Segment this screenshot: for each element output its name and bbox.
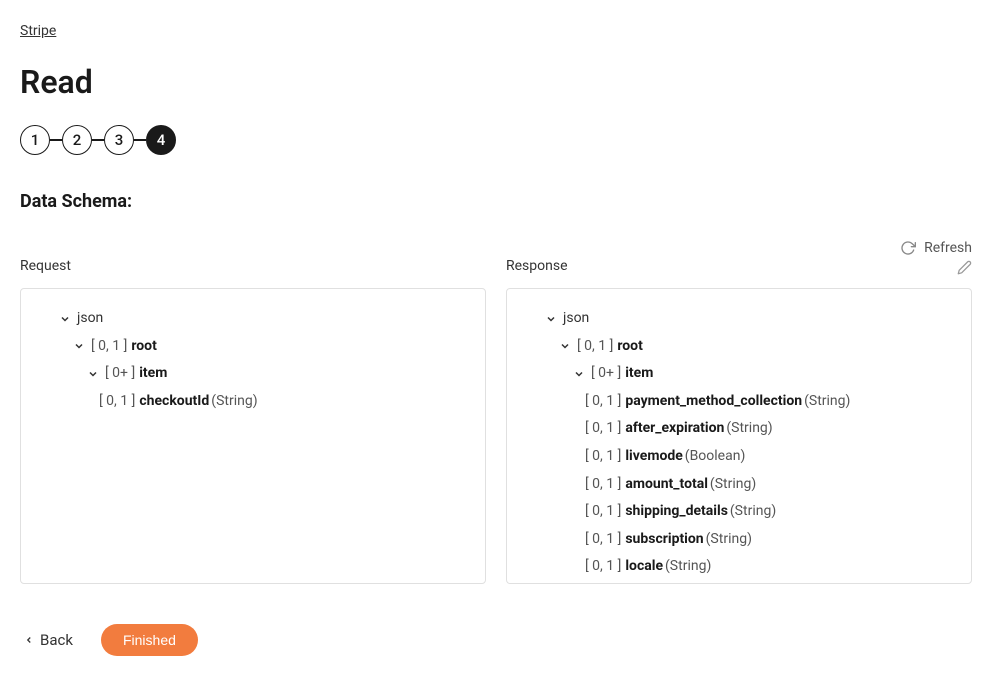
step-2[interactable]: 2 [62, 125, 92, 155]
request-column: Request json [ 0, 1 ] root [ 0+ ] [20, 240, 486, 584]
tree-row-field[interactable]: [ 0, 1 ] shipping_details (String) [519, 498, 959, 526]
chevron-down-icon[interactable] [71, 338, 87, 354]
cardinality: [ 0, 1 ] [577, 337, 613, 357]
field-name: item [139, 364, 167, 384]
step-connector [92, 139, 104, 141]
tree-row-field[interactable]: [ 0, 1 ] payment_method_collection (Stri… [519, 388, 959, 416]
section-title: Data Schema: [20, 191, 972, 212]
step-connector [134, 139, 146, 141]
step-4[interactable]: 4 [146, 125, 176, 155]
response-schema-box: json [ 0, 1 ] root [ 0+ ] item [ 0, 1 ] … [506, 288, 972, 584]
field-name: amount_total [625, 475, 708, 495]
tree-row-error[interactable]: [ 0, 1 ] error [519, 581, 959, 584]
request-label: Request [20, 258, 71, 280]
tree-row-field[interactable]: [ 0, 1 ] after_expiration (String) [519, 415, 959, 443]
refresh-label: Refresh [924, 240, 972, 256]
chevron-down-icon[interactable] [85, 366, 101, 382]
page-title: Read [20, 63, 972, 101]
field-type: (String) [710, 475, 756, 495]
tree-row-field[interactable]: [ 0, 1 ] checkoutId (String) [33, 388, 473, 416]
field-type: (String) [726, 419, 772, 439]
field-name: after_expiration [625, 419, 724, 439]
header-actions: Refresh [900, 240, 972, 275]
step-connector [50, 139, 62, 141]
tree-row-json[interactable]: json [519, 305, 959, 333]
chevron-left-icon [24, 635, 34, 645]
cardinality: [ 0, 1 ] [585, 392, 621, 412]
field-type: (String) [730, 502, 776, 522]
response-column: Response Refresh json [506, 240, 972, 584]
field-type: (Boolean) [685, 447, 746, 467]
edit-button[interactable] [957, 260, 972, 275]
back-button[interactable]: Back [20, 625, 77, 655]
tree-row-item[interactable]: [ 0+ ] item [33, 360, 473, 388]
field-name: payment_method_collection [625, 392, 802, 412]
stepper: 1 2 3 4 [20, 125, 972, 155]
field-type: (String) [706, 530, 752, 550]
field-name: subscription [625, 530, 703, 550]
field-name: root [131, 337, 156, 357]
cardinality: [ 0+ ] [591, 364, 621, 384]
json-label: json [563, 309, 589, 329]
cardinality: [ 0, 1 ] [585, 530, 621, 550]
tree-row-field[interactable]: [ 0, 1 ] amount_total (String) [519, 471, 959, 499]
tree-row-root[interactable]: [ 0, 1 ] root [519, 333, 959, 361]
tree-row-field[interactable]: [ 0, 1 ] livemode (Boolean) [519, 443, 959, 471]
tree-row-field[interactable]: [ 0, 1 ] locale (String) [519, 553, 959, 581]
breadcrumb[interactable]: Stripe [20, 23, 56, 39]
tree-row-field[interactable]: [ 0, 1 ] subscription (String) [519, 526, 959, 554]
cardinality: [ 0, 1 ] [91, 337, 127, 357]
request-header: Request [20, 240, 486, 280]
refresh-button[interactable]: Refresh [900, 240, 972, 256]
tree-row-json[interactable]: json [33, 305, 473, 333]
field-name: locale [625, 557, 663, 577]
step-3[interactable]: 3 [104, 125, 134, 155]
cardinality: [ 0, 1 ] [585, 447, 621, 467]
field-name: livemode [625, 447, 682, 467]
cardinality: [ 0, 1 ] [585, 557, 621, 577]
schema-container: Request json [ 0, 1 ] root [ 0+ ] [20, 240, 972, 584]
chevron-down-icon[interactable] [571, 366, 587, 382]
response-header: Response Refresh [506, 240, 972, 280]
back-label: Back [40, 631, 73, 649]
field-name: shipping_details [625, 502, 728, 522]
tree-row-item[interactable]: [ 0+ ] item [519, 360, 959, 388]
chevron-down-icon[interactable] [557, 338, 573, 354]
step-1[interactable]: 1 [20, 125, 50, 155]
tree-row-root[interactable]: [ 0, 1 ] root [33, 333, 473, 361]
field-type: (String) [804, 392, 850, 412]
chevron-down-icon[interactable] [543, 311, 559, 327]
field-type: (String) [665, 557, 711, 577]
field-name: checkoutId [139, 392, 209, 412]
response-label: Response [506, 258, 568, 280]
footer: Back Finished [20, 624, 972, 656]
cardinality: [ 0+ ] [105, 364, 135, 384]
request-schema-box: json [ 0, 1 ] root [ 0+ ] item [ 0, 1 ] … [20, 288, 486, 584]
finished-button[interactable]: Finished [101, 624, 198, 656]
field-name: item [625, 364, 653, 384]
field-name: root [617, 337, 642, 357]
cardinality: [ 0, 1 ] [585, 475, 621, 495]
cardinality: [ 0, 1 ] [585, 419, 621, 439]
field-type: (String) [211, 392, 257, 412]
json-label: json [77, 309, 103, 329]
cardinality: [ 0, 1 ] [99, 392, 135, 412]
refresh-icon [900, 240, 916, 256]
chevron-down-icon[interactable] [57, 311, 73, 327]
cardinality: [ 0, 1 ] [585, 502, 621, 522]
